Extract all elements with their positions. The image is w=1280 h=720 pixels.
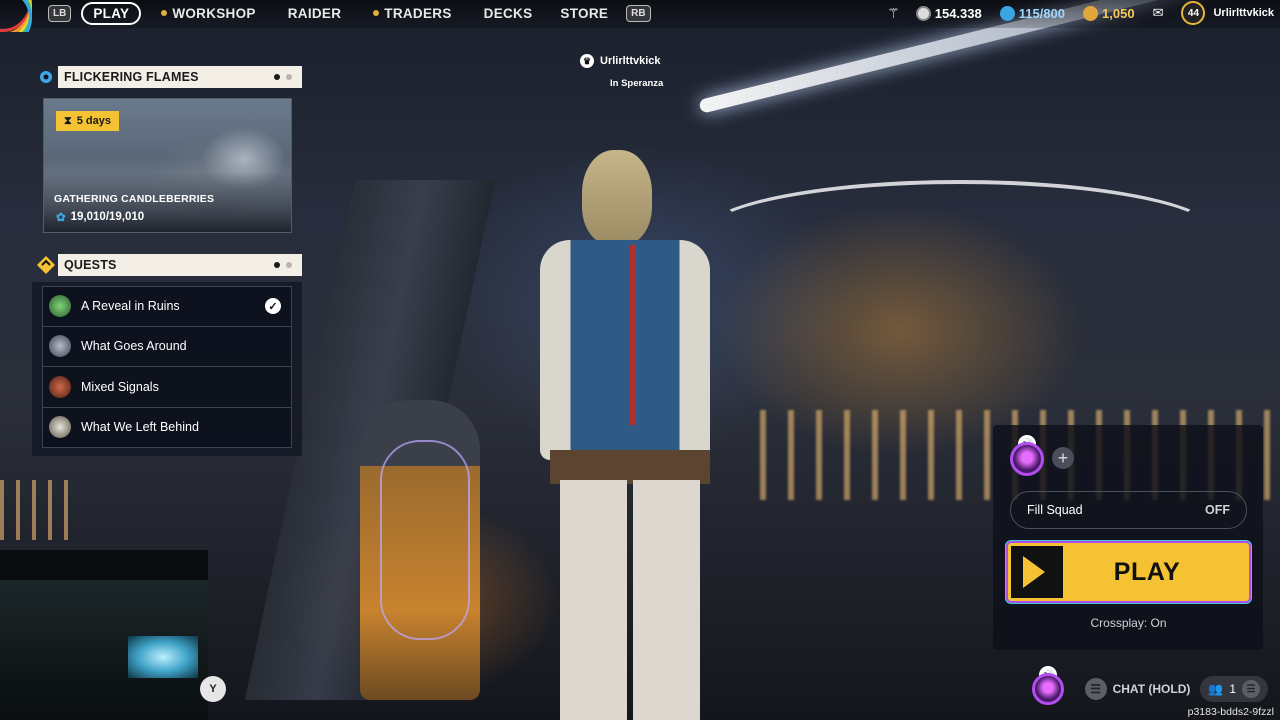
chat-hint[interactable]: CHAT (HOLD) [1113,682,1191,696]
profile-level-badge[interactable]: 44 [1181,1,1206,25]
event-title: GATHERING CANDLEBERRIES [54,193,215,205]
quest-diamond-icon [34,254,58,276]
event-card[interactable]: ⧗ 5 days GATHERING CANDLEBERRIES ✿ 19,01… [43,98,292,233]
player-character-model [540,150,770,720]
character-torso [540,240,710,460]
quest-item[interactable]: What Goes Around [42,326,292,367]
party-menu-icon[interactable]: ☰ [1242,680,1260,698]
squad-member-avatar[interactable] [1010,442,1044,476]
fill-squad-value: OFF [1205,503,1230,517]
brand-rainbow-logo [0,0,44,32]
quest-label: Mixed Signals [81,379,159,394]
nav-tab-workshop-label: WORKSHOP [172,5,256,21]
player-name: Urlirlttvkick [600,55,661,67]
event-panel-title-bar: FLICKERING FLAMES [58,66,302,88]
crown-icon: ♛ [580,54,594,68]
quest-giver-avatar [49,416,71,439]
blueprint-icon [999,5,1015,21]
gear-icon [34,66,58,88]
mail-icon[interactable]: ✉ [1153,5,1164,21]
player-location: In Speranza [610,78,664,89]
quests-panel-title: QUESTS [64,258,117,272]
quest-item[interactable]: What We Left Behind [42,407,292,448]
lb-button-hint[interactable]: LB [48,4,72,22]
workshop-dot-icon [161,10,168,16]
blueprint-counter: 115/800 [999,5,1066,21]
quests-panel-title-bar: QUESTS [58,254,302,276]
webcam-overlay [0,550,208,720]
quests-pager[interactable] [274,262,292,268]
party-counter[interactable]: 👥 1 ☰ [1200,676,1268,702]
play-chevron-icon [1011,546,1063,598]
menu-button-icon[interactable]: ☰ [1084,678,1107,700]
quest-label: What We Left Behind [81,420,199,435]
crossplay-status: Crossplay: On [1090,616,1167,630]
event-progress-value: 19,010/19,010 [70,211,145,223]
blueprint-value: 115/800 [1018,5,1066,21]
y-button-hint[interactable]: Y [200,676,226,702]
main-nav: LB PLAY WORKSHOP RAIDER TRADERS DECKS ST… [48,1,651,25]
event-panel-header[interactable]: FLICKERING FLAMES [34,66,302,88]
event-panel-title: FLICKERING FLAMES [64,70,199,84]
nav-tab-store[interactable]: STORE [560,6,608,21]
check-icon: ✓ [265,298,281,315]
quest-list: A Reveal in Ruins ✓ What Goes Around Mix… [32,282,302,456]
hourglass-icon: ⧗ [64,114,72,127]
play-button-label: PLAY [1113,557,1181,586]
quest-label: A Reveal in Ruins [81,299,180,314]
session-id: p3183-bdds2-9fzzl [1187,706,1274,718]
fill-squad-label: Fill Squad [1027,503,1083,517]
coins-icon [1083,5,1099,21]
quest-label: What Goes Around [81,339,187,354]
traders-dot-icon [373,10,380,16]
scene-statue-lights [380,440,470,640]
event-days: 5 days [76,115,111,127]
quests-panel-header[interactable]: QUESTS [34,254,302,276]
top-right-status: ⚚ 154.338 115/800 1,050 ✉ 44 Urlirlttvki… [887,0,1280,26]
quest-item[interactable]: A Reveal in Ruins ✓ [42,286,292,327]
add-squad-member-button[interactable]: + [1052,447,1074,469]
character-belt [550,450,710,484]
nav-tab-workshop[interactable]: WORKSHOP [161,6,255,21]
credits-value: 154.338 [934,5,982,21]
character-legs [560,480,700,720]
character-stripe [630,245,636,425]
rb-button-hint[interactable]: RB [626,4,651,22]
scene-light-ring [700,180,1220,290]
people-icon: 👥 [1208,682,1224,696]
player-nameplate: ♛ Urlirlttvkick In Speranza [580,54,700,89]
gear-small-icon: ✿ [56,212,66,224]
social-icon[interactable]: ⚚ [887,5,900,22]
quest-giver-avatar [49,375,71,398]
event-timer-badge: ⧗ 5 days [56,111,119,131]
scene-candles-left [0,480,80,540]
bottom-bar: ☰ CHAT (HOLD) 👥 1 ☰ [1084,674,1280,704]
coins-counter: 1,050 [1083,5,1135,21]
nav-tab-raider[interactable]: RAIDER [288,6,342,21]
webcam-monitor-glow [128,636,198,678]
event-pager[interactable] [274,74,292,80]
credits-counter: 154.338 [915,5,982,21]
profile-name[interactable]: Urlirlttvkick [1213,7,1274,19]
nav-tab-play[interactable]: PLAY [81,1,142,25]
party-count: 1 [1229,682,1236,696]
voice-avatar[interactable] [1032,673,1064,705]
credits-icon [915,5,931,21]
fill-squad-toggle[interactable]: Fill Squad OFF [1010,491,1247,529]
nav-tab-traders[interactable]: TRADERS [373,6,451,21]
quest-giver-avatar [49,295,71,318]
quest-giver-avatar [49,335,71,358]
character-head [582,150,652,245]
play-button[interactable]: PLAY [1008,543,1249,601]
event-progress: ✿ 19,010/19,010 [56,210,144,224]
nav-tab-decks[interactable]: DECKS [484,6,533,21]
nav-tab-traders-label: TRADERS [384,5,452,21]
quest-item[interactable]: Mixed Signals [42,367,292,408]
coins-value: 1,050 [1102,5,1135,21]
